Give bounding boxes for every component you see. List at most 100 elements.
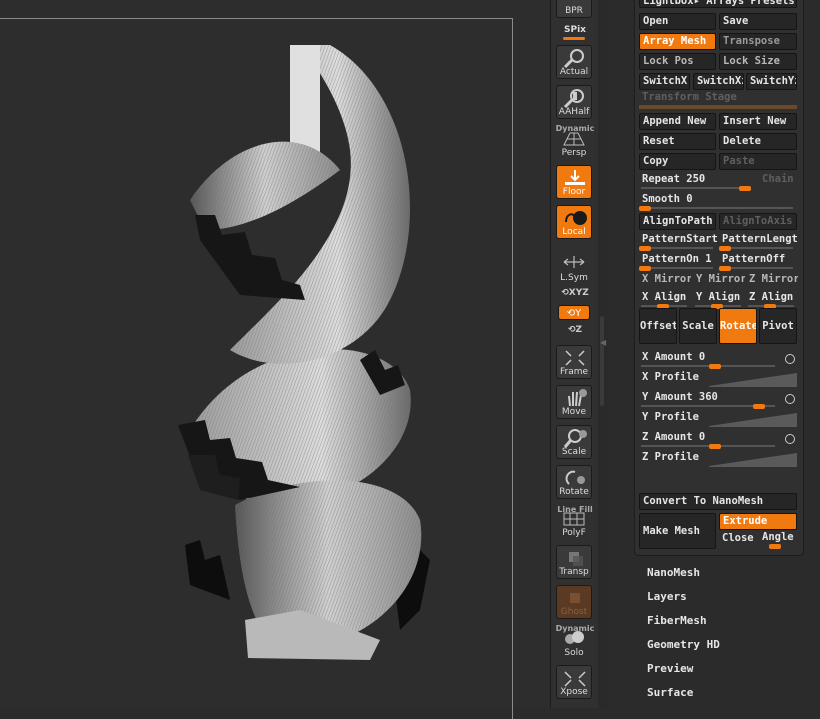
menu-preview[interactable]: Preview (647, 662, 693, 675)
lightbox-arrays-presets[interactable]: Lightbox▸ Arrays Presets (639, 0, 797, 8)
z-rotate-button[interactable]: ⟲Z (553, 325, 597, 335)
y-amount-knob[interactable] (753, 404, 765, 409)
repeat-slider[interactable]: Repeat 250 (639, 173, 755, 191)
append-new-button[interactable]: Append New (639, 113, 716, 130)
x-amount-text: X Amount 0 (642, 351, 705, 363)
extrude-toggle[interactable]: Extrude (719, 513, 797, 530)
menu-surface[interactable]: Surface (647, 686, 693, 699)
menu-layers[interactable]: Layers (647, 590, 687, 603)
transp-button[interactable]: Transp (556, 545, 592, 579)
open-button[interactable]: Open (639, 13, 716, 30)
y-amount-slider[interactable]: Y Amount 360 (639, 391, 779, 409)
z-amount-knob[interactable] (709, 444, 721, 449)
y-profile-curve[interactable]: Y Profile (639, 411, 797, 429)
transpose-button[interactable]: Transpose (719, 33, 797, 50)
persp-button[interactable]: Persp (556, 125, 592, 159)
pattern-on-slider[interactable]: PatternOn 1 (639, 253, 717, 271)
pattern-length-knob[interactable] (719, 246, 731, 251)
z-amount-slider[interactable]: Z Amount 0 (639, 431, 779, 449)
pattern-start-knob[interactable] (639, 246, 651, 251)
angle-slider[interactable]: Angle (759, 531, 799, 549)
move-button[interactable]: Move (556, 385, 592, 419)
smooth-slider[interactable]: Smooth 0 (639, 193, 797, 211)
pattern-length-slider[interactable]: PatternLength (719, 233, 797, 251)
y-mirror-button[interactable]: Y Mirror (693, 273, 745, 291)
save-button[interactable]: Save (719, 13, 797, 30)
make-mesh-button[interactable]: Make Mesh (639, 513, 716, 549)
scale-button[interactable]: Scale (556, 425, 592, 459)
angle-knob[interactable] (769, 544, 781, 549)
actual-button[interactable]: Actual (556, 45, 592, 79)
spix-knob[interactable] (563, 37, 585, 40)
menu-geometry-hd[interactable]: Geometry HD (647, 638, 720, 651)
switch-xz-button[interactable]: SwitchXz (693, 73, 744, 90)
lsym-button[interactable]: L.Sym (556, 250, 592, 284)
close-button[interactable]: Close (719, 532, 759, 550)
switch-x-button[interactable]: SwitchX (639, 73, 690, 90)
y-amount-reset-icon[interactable] (785, 394, 795, 404)
pattern-off-slider[interactable]: PatternOff (719, 253, 797, 271)
z-align-slider[interactable]: Z Align (746, 291, 798, 309)
align-to-path-button[interactable]: AlignToPath (639, 213, 716, 230)
insert-new-button[interactable]: Insert New (719, 113, 797, 130)
frame-icon (565, 350, 585, 366)
x-amount-slider[interactable]: X Amount 0 (639, 351, 779, 369)
menu-fibermesh[interactable]: FiberMesh (647, 614, 707, 627)
floor-button[interactable]: Floor (556, 165, 592, 199)
rotate-button[interactable]: Rotate (556, 465, 592, 499)
collapse-arrow-icon[interactable]: ◀ (600, 338, 606, 347)
y-align-label: Y Align (696, 291, 741, 303)
transform-stage-slider[interactable]: Transform Stage (639, 91, 797, 109)
pattern-off-label: PatternOff (722, 253, 786, 265)
x-profile-curve[interactable]: X Profile (639, 371, 797, 389)
repeat-knob[interactable] (739, 186, 751, 191)
paste-button[interactable]: Paste (719, 153, 797, 170)
smooth-knob[interactable] (639, 206, 651, 211)
pattern-on-knob[interactable] (639, 266, 651, 271)
pattern-off-knob[interactable] (719, 266, 731, 271)
convert-to-nanomesh-button[interactable]: Convert To NanoMesh (639, 493, 797, 510)
xyz-rotate-button[interactable]: ⟲XYZ (553, 288, 597, 298)
bpr-button[interactable]: BPR (556, 0, 592, 18)
tab-offset[interactable]: Offset (639, 308, 677, 344)
x-mirror-button[interactable]: X Mirror (639, 273, 691, 291)
xpose-button[interactable]: Xpose (556, 665, 592, 699)
persp-label: Persp (561, 148, 587, 158)
copy-button[interactable]: Copy (639, 153, 716, 170)
tab-scale[interactable]: Scale (679, 308, 717, 344)
polyf-button[interactable]: PolyF (556, 505, 592, 539)
menu-nanomesh[interactable]: NanoMesh (647, 566, 700, 579)
lock-size-button[interactable]: Lock Size (719, 53, 797, 70)
switch-yz-button[interactable]: SwitchYz (746, 73, 797, 90)
spix-slider[interactable]: SPix (553, 25, 597, 40)
y-align-slider[interactable]: Y Align (693, 291, 745, 309)
z-mirror-button[interactable]: Z Mirror (746, 273, 798, 291)
ghost-button[interactable]: Ghost (556, 585, 592, 619)
aahalf-button[interactable]: AAHalf (556, 85, 592, 119)
x-align-slider[interactable]: X Align (639, 291, 691, 309)
align-to-axis-button[interactable]: AlignToAxis (719, 213, 797, 230)
pattern-start-slider[interactable]: PatternStart (639, 233, 717, 251)
tray-divider[interactable]: ◀ (598, 0, 608, 708)
x-amount-knob[interactable] (709, 364, 721, 369)
array-mesh-toggle[interactable]: Array Mesh (639, 33, 716, 50)
transp-label: Transp (559, 567, 589, 577)
local-symmetry-icon (565, 211, 587, 225)
delete-button[interactable]: Delete (719, 133, 797, 150)
chain-button[interactable]: Chain (759, 173, 799, 191)
reset-button[interactable]: Reset (639, 133, 716, 150)
x-amount-reset-icon[interactable] (785, 354, 795, 364)
local-button[interactable]: Local (556, 205, 592, 239)
solo-button[interactable]: Solo (556, 625, 592, 659)
frame-button[interactable]: Frame (556, 345, 592, 379)
spiral-mesh-render (178, 45, 430, 660)
z-profile-curve[interactable]: Z Profile (639, 451, 797, 469)
tab-pivot[interactable]: Pivot (759, 308, 797, 344)
document-canvas[interactable] (0, 0, 550, 719)
z-amount-reset-icon[interactable] (785, 434, 795, 444)
z-mirror-label: Z Mirror (749, 273, 798, 285)
y-rotate-button[interactable]: ⟲Y (558, 305, 590, 320)
lock-pos-button[interactable]: Lock Pos (639, 53, 716, 70)
tray-scroll-handle[interactable] (600, 316, 604, 406)
tab-rotate[interactable]: Rotate (719, 308, 757, 344)
